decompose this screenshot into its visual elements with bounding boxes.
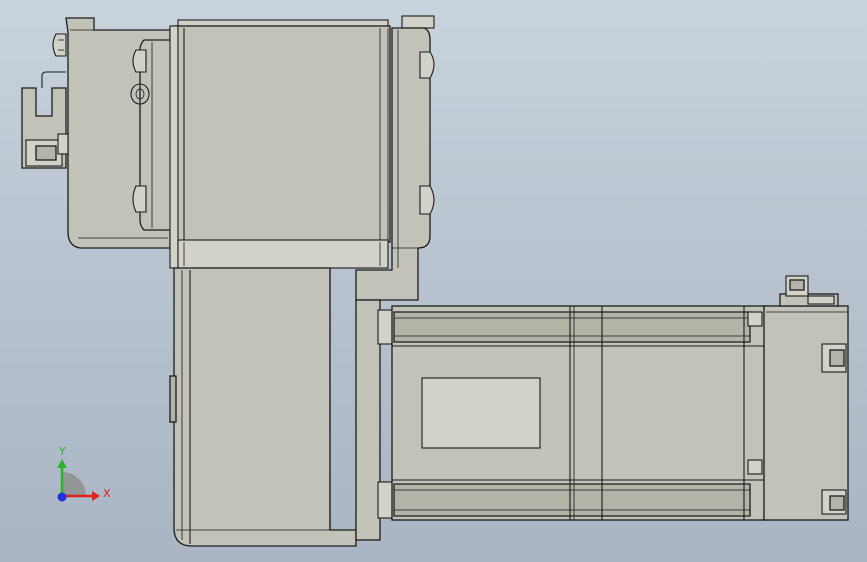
triad-arc bbox=[62, 472, 86, 496]
y-axis-label: Y bbox=[58, 445, 66, 458]
gear-housing bbox=[169, 19, 391, 269]
model-drawing: X Y bbox=[21, 15, 849, 547]
sensor-clip bbox=[21, 71, 69, 169]
x-axis-label: X bbox=[103, 487, 111, 500]
gearbox-body bbox=[169, 267, 357, 547]
x-axis-arrowhead bbox=[92, 491, 100, 501]
y-axis-arrowhead bbox=[57, 459, 67, 468]
cad-viewport[interactable]: X Y bbox=[0, 0, 867, 562]
z-axis-dot bbox=[57, 492, 67, 502]
axis-triad: X Y bbox=[57, 445, 111, 502]
servo-motor bbox=[355, 275, 849, 541]
